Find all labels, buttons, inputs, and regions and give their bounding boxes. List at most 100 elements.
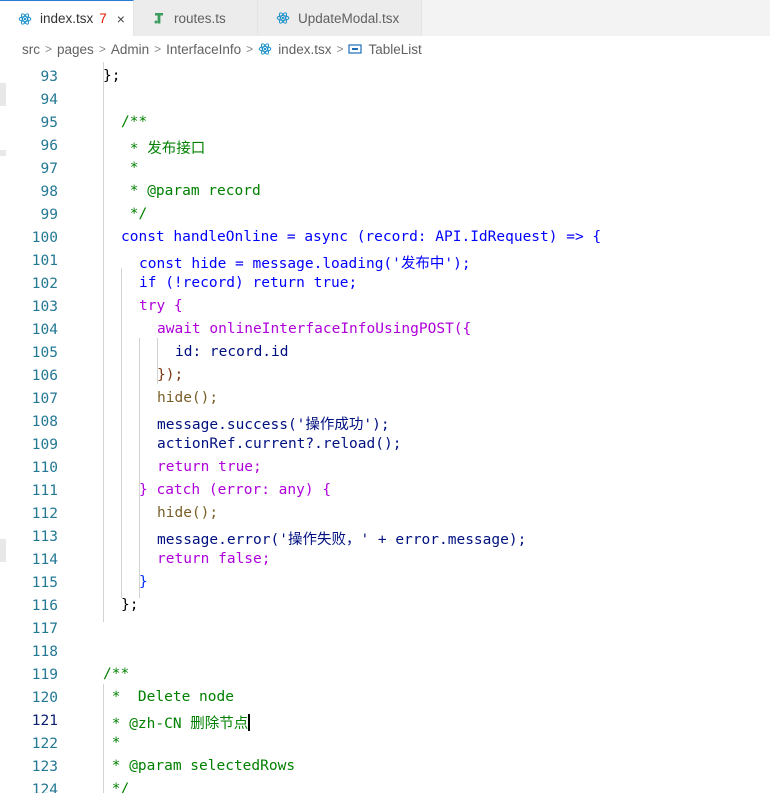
breadcrumb-item-admin[interactable]: Admin <box>111 42 149 57</box>
code-text: hide(); <box>157 505 219 521</box>
problems-badge: 7 <box>99 11 107 26</box>
code-text: * <box>103 735 121 751</box>
chevron-right-icon: > <box>154 42 162 56</box>
line-number: 115 <box>31 575 58 591</box>
code-line: 116 }; <box>0 595 770 618</box>
line-number: 106 <box>31 368 58 384</box>
line-number: 120 <box>31 690 58 706</box>
code-text: } <box>139 574 148 590</box>
react-icon <box>276 11 290 25</box>
breadcrumb-item-index-tsx[interactable]: index.tsx <box>278 42 331 57</box>
code-line: 102 if (!record) return true; <box>0 273 770 296</box>
code-line-current: 121 * @zh-CN 删除节点 <box>0 710 770 733</box>
code-text: const handleOnline = async (record: API.… <box>121 229 602 245</box>
breadcrumb-item-src[interactable]: src <box>22 42 40 57</box>
code-text: const hide = message.loading('发布中'); <box>139 256 471 272</box>
code-line: 97 * <box>0 158 770 181</box>
code-text: message.error('操作失败，' + error.message); <box>157 532 527 548</box>
code-line: 105 id: record.id <box>0 342 770 365</box>
code-text: id: record.id <box>175 344 289 360</box>
code-text: }; <box>121 597 139 613</box>
code-text: await onlineInterfaceInfoUsingPOST({ <box>157 321 472 337</box>
code-line: 114 return false; <box>0 549 770 572</box>
line-number: 108 <box>31 414 58 430</box>
code-text: hide(); <box>157 390 219 406</box>
code-line: 113 message.error('操作失败，' + error.messag… <box>0 526 770 549</box>
code-line: 117 <box>0 618 770 641</box>
tab-bar-filler <box>422 0 770 36</box>
code-line: 104 await onlineInterfaceInfoUsingPOST({ <box>0 319 770 342</box>
code-text: */ <box>121 206 148 222</box>
line-number: 122 <box>31 736 58 752</box>
chevron-right-icon: > <box>246 42 254 56</box>
code-line: 119 /** <box>0 664 770 687</box>
chevron-right-icon: > <box>336 42 344 56</box>
breadcrumb-item-interfaceinfo[interactable]: InterfaceInfo <box>166 42 241 57</box>
line-number: 121 <box>31 713 58 729</box>
line-number: 99 <box>40 207 58 223</box>
close-icon[interactable]: × <box>117 11 125 27</box>
line-number: 101 <box>31 253 58 269</box>
code-text: * 发布接口 <box>121 141 206 157</box>
line-number: 114 <box>31 552 58 568</box>
line-number: 94 <box>40 92 58 108</box>
line-number: 119 <box>31 667 58 683</box>
code-line: 118 <box>0 641 770 664</box>
code-text: actionRef.current?.reload(); <box>157 436 402 452</box>
code-line: 103 try { <box>0 296 770 319</box>
code-text: return true; <box>157 459 262 475</box>
chevron-right-icon: > <box>98 42 106 56</box>
tab-bar: index.tsx 7 × routes.ts UpdateModal.tsx <box>0 0 770 36</box>
line-number: 103 <box>31 299 58 315</box>
chevron-right-icon: > <box>45 42 53 56</box>
code-text: */ <box>103 781 130 793</box>
code-line: 106 }); <box>0 365 770 388</box>
line-number: 107 <box>31 391 58 407</box>
tab-routes-ts[interactable]: routes.ts <box>134 0 258 36</box>
code-line: 115 } <box>0 572 770 595</box>
code-line: 122 * <box>0 733 770 756</box>
tab-label: index.tsx <box>40 11 94 26</box>
code-line: 120 * Delete node <box>0 687 770 710</box>
line-number: 109 <box>31 437 58 453</box>
code-line: 95 /** <box>0 112 770 135</box>
breadcrumb-item-tablelist[interactable]: TableList <box>368 42 421 57</box>
code-line: 94 <box>0 89 770 112</box>
line-number: 93 <box>40 69 58 85</box>
react-icon <box>258 42 272 56</box>
line-number: 124 <box>31 782 58 793</box>
breadcrumb: src > pages > Admin > InterfaceInfo > in… <box>0 36 770 62</box>
line-number: 100 <box>31 230 58 246</box>
line-number: 98 <box>40 184 58 200</box>
line-number: 113 <box>31 529 58 545</box>
code-text: * @param record <box>121 183 261 199</box>
line-number: 97 <box>40 161 58 177</box>
code-line: 111 } catch (error: any) { <box>0 480 770 503</box>
code-text-content: * @zh-CN 删除节点 <box>103 716 249 732</box>
code-text: try { <box>139 298 183 314</box>
code-text: * Delete node <box>103 689 234 705</box>
tab-index-tsx[interactable]: index.tsx 7 × <box>0 0 134 36</box>
code-line: 96 * 发布接口 <box>0 135 770 158</box>
react-icon <box>18 12 32 26</box>
code-text: * @zh-CN 删除节点 <box>103 712 251 733</box>
code-line: 100 const handleOnline = async (record: … <box>0 227 770 250</box>
tab-label: UpdateModal.tsx <box>298 10 400 26</box>
line-number: 102 <box>31 276 58 292</box>
tab-updatemodal-tsx[interactable]: UpdateModal.tsx <box>258 0 422 36</box>
code-line: 110 return true; <box>0 457 770 480</box>
code-line: 99 */ <box>0 204 770 227</box>
code-text: * <box>121 160 139 176</box>
line-number: 111 <box>31 483 58 499</box>
code-line: 98 * @param record <box>0 181 770 204</box>
line-number: 96 <box>40 138 58 154</box>
code-text: * @param selectedRows <box>103 758 296 774</box>
code-line: 101 const hide = message.loading('发布中'); <box>0 250 770 273</box>
code-text: message.success('操作成功'); <box>157 417 390 433</box>
code-text: }); <box>157 367 184 383</box>
line-number: 104 <box>31 322 58 338</box>
code-line: 108 message.success('操作成功'); <box>0 411 770 434</box>
line-number: 105 <box>31 345 58 361</box>
code-editor[interactable]: 93 }; 94 95 /** 96 * 发布接口 97 * 98 * @par… <box>0 62 770 793</box>
breadcrumb-item-pages[interactable]: pages <box>57 42 94 57</box>
